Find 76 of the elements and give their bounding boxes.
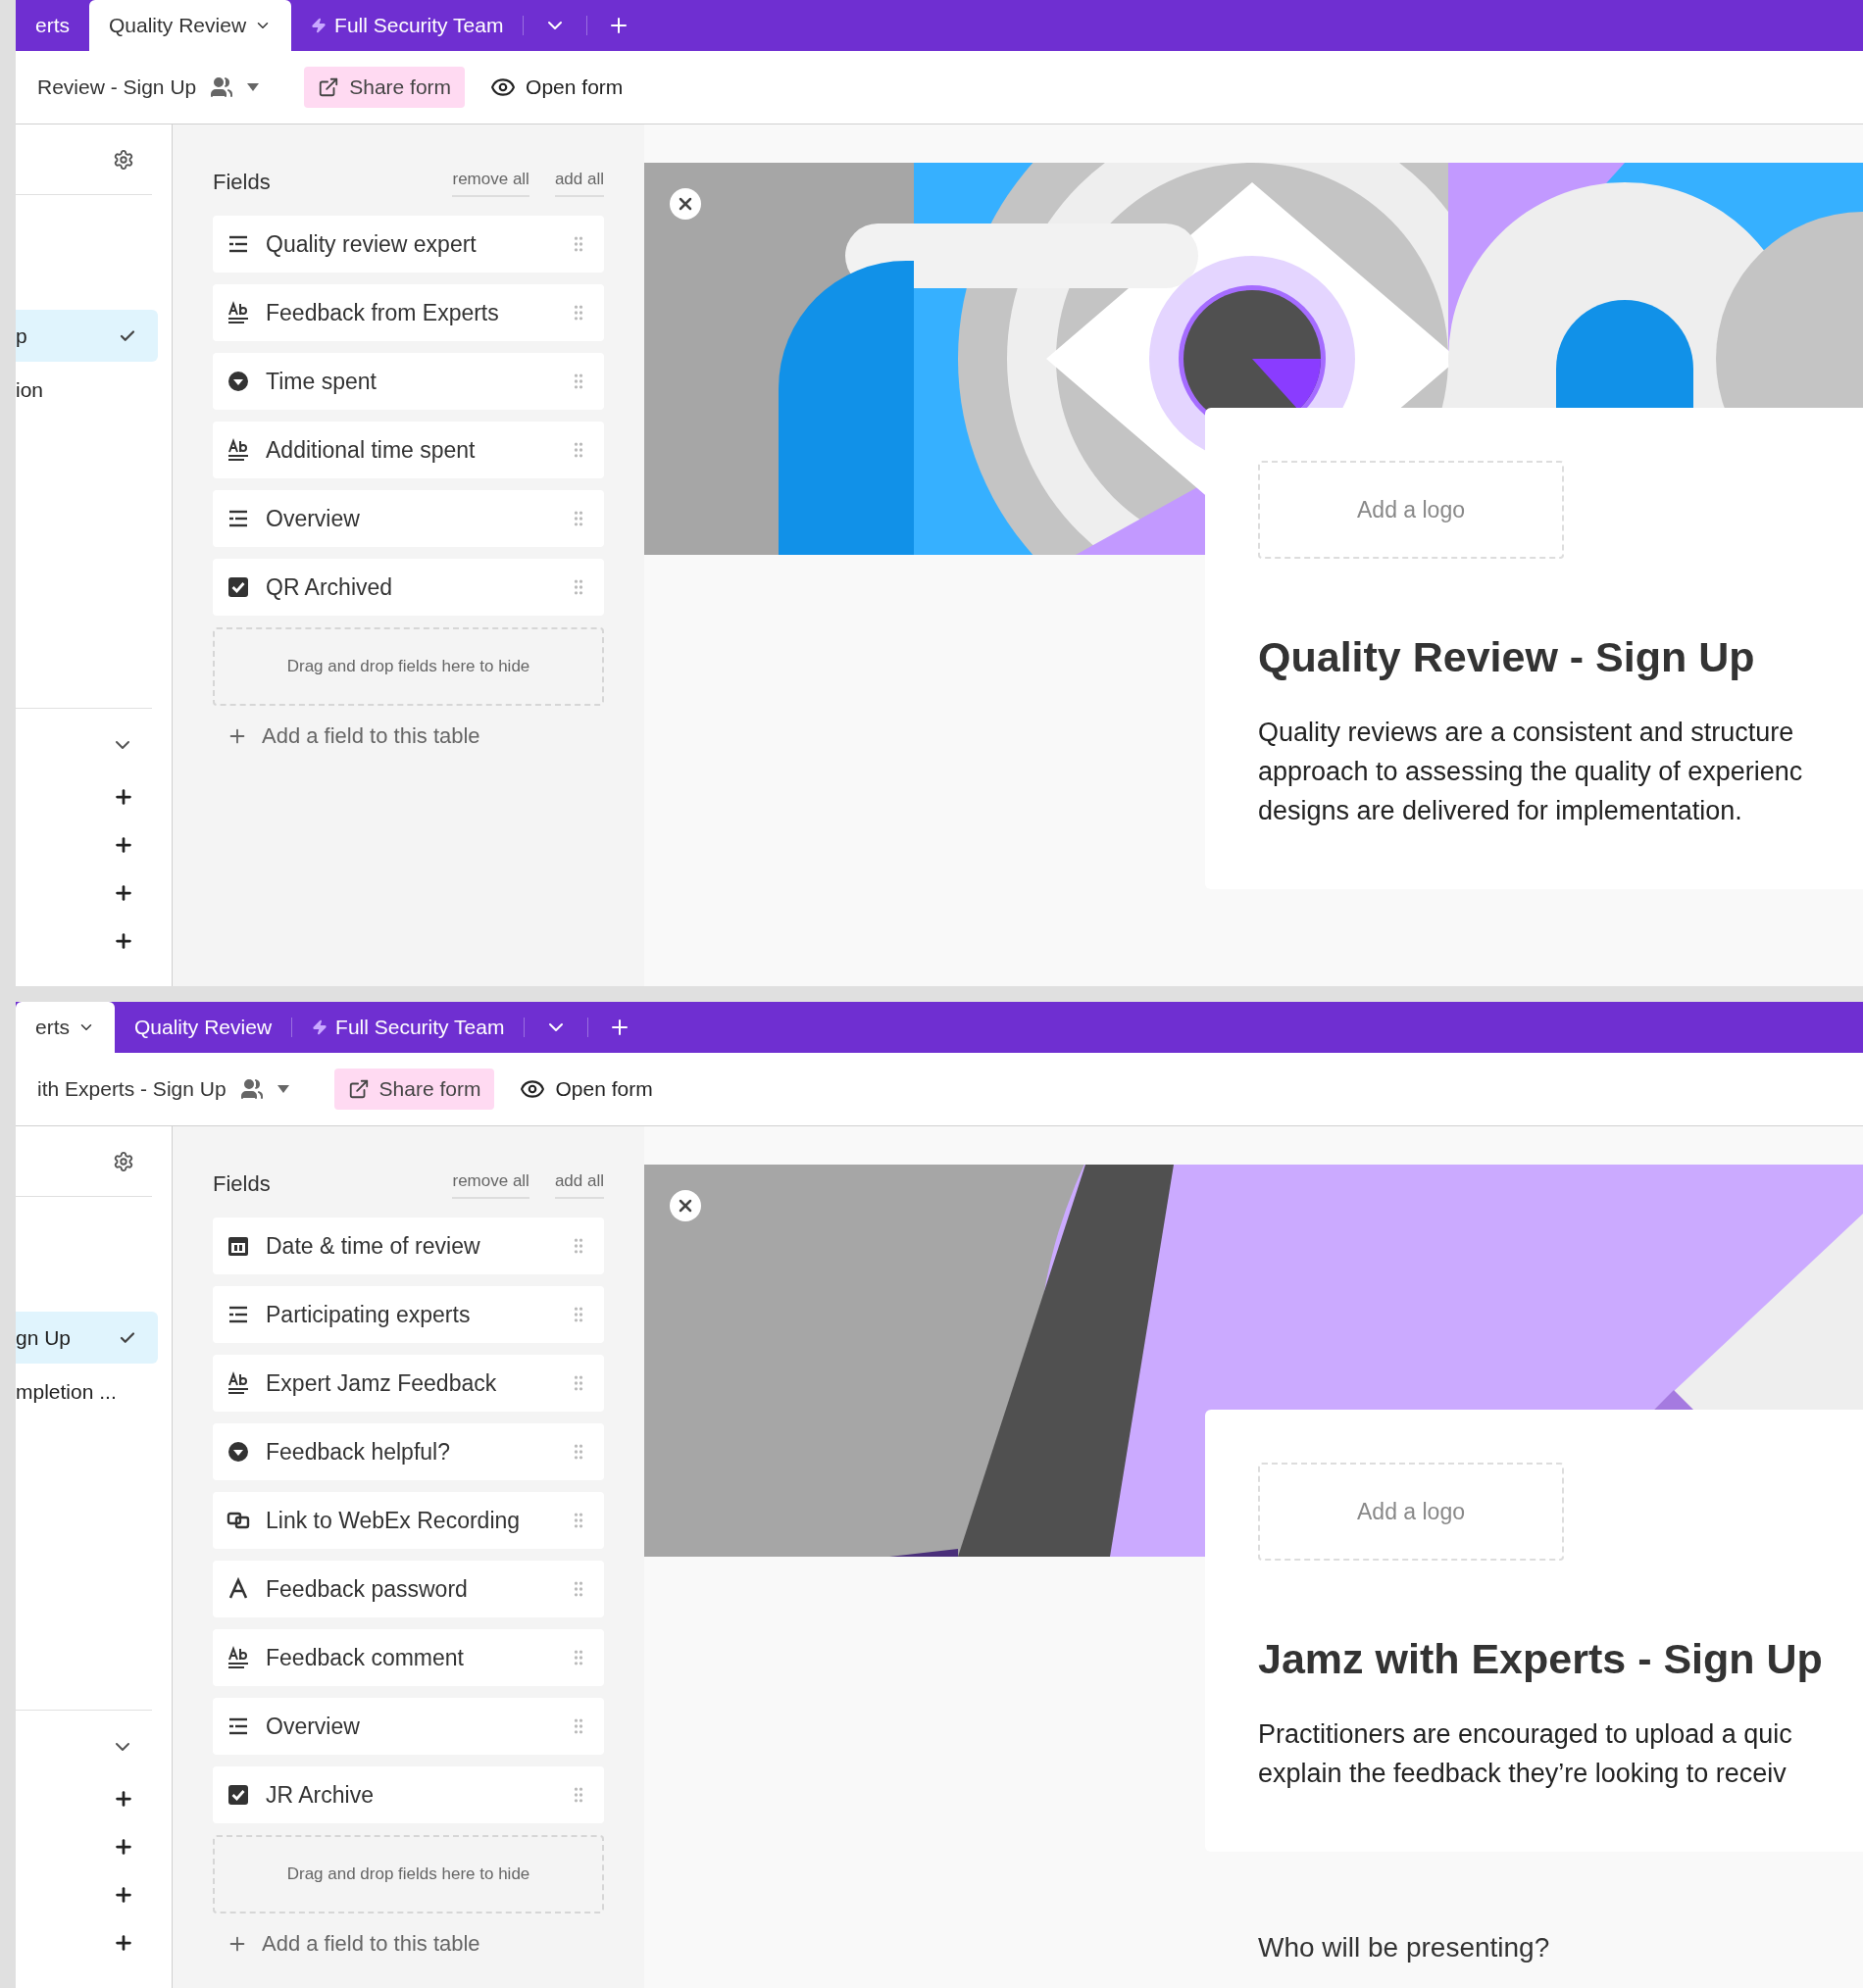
fields-heading: Fields [213,1170,271,1198]
text-field-icon [227,1646,250,1669]
tab[interactable]: erts [16,0,89,51]
tab[interactable]: Quality Review [115,1002,292,1053]
field-item[interactable]: JR Archive [213,1766,604,1823]
sidebar-item[interactable]: gn Up [16,1312,158,1364]
add-icon[interactable] [113,1932,134,1954]
form-description: Practitioners are encouraged to upload a quic explain the feedback they’re looking to receiv [1258,1717,1793,1790]
single-line-text-icon [227,1577,250,1601]
add-icon[interactable] [113,786,134,808]
sidebar-item[interactable]: mpletion ... [16,1366,158,1417]
remove-all-link[interactable]: remove all [452,1168,529,1200]
field-item[interactable]: Additional time spent [213,422,604,478]
form-title: Jamz with Experts - Sign Up [1258,1634,1824,1684]
form-title: Quality Review - Sign Up [1258,632,1756,682]
add-all-link[interactable]: add all [554,166,604,198]
sidebar-item[interactable]: ion [16,364,158,416]
tab[interactable]: erts [16,1002,115,1053]
form-description: Quality reviews are a consistent and structure approach to assessing the quality of experienc designs are delivered for implementation. [1258,716,1804,827]
open-form-button[interactable]: Open form [520,1069,653,1110]
tab[interactable]: Quality Review [89,0,292,51]
tab[interactable]: Full Security Team [291,0,524,51]
settings-icon[interactable] [113,148,134,171]
share-form-button[interactable]: Share form [333,1069,495,1110]
tab[interactable]: Full Security Team [292,1002,525,1053]
checkbox-icon [227,1783,250,1807]
share-form-button[interactable]: Share form [304,67,466,108]
hidden-fields-dropzone: Drag and drop fields here to hide [213,1835,604,1913]
form-question: Who will be presenting? [1258,1931,1550,1964]
dropdown-circle-icon [227,370,250,393]
form-view-title[interactable]: ith Experts - Sign Up [37,1073,227,1105]
open-form-button[interactable]: Open form [490,67,624,108]
bolt-icon [312,1019,328,1035]
dropdown-circle-icon [227,1440,250,1464]
field-item[interactable]: Participating experts [213,1286,604,1343]
field-item[interactable]: Feedback helpful? [213,1423,604,1480]
sidebar-item[interactable]: p [16,310,158,362]
bolt-icon [311,18,327,33]
field-item[interactable]: Link to WebEx Recording [213,1492,604,1549]
caret-icon [277,1085,289,1093]
people-icon [239,1077,264,1101]
add-logo-button[interactable]: Add a logo [1258,461,1564,559]
calendar-icon [227,1234,250,1258]
field-item[interactable]: QR Archived [213,559,604,616]
add-icon[interactable] [113,1884,134,1906]
field-item[interactable]: Date & time of review [213,1218,604,1274]
add-icon[interactable] [113,930,134,952]
add-logo-button[interactable]: Add a logo [1258,1463,1564,1561]
text-field-icon [227,438,250,462]
add-field-button[interactable]: Add a field to this table [213,720,604,752]
field-item[interactable]: Overview [213,1698,604,1755]
caret-icon [247,83,260,91]
add-icon[interactable] [113,882,134,904]
add-all-link[interactable]: add all [554,1168,604,1200]
field-item[interactable]: Feedback password [213,1561,604,1617]
checkbox-icon [227,575,250,599]
add-field-button[interactable]: Add a field to this table [213,1927,604,1960]
field-item[interactable]: Overview [213,490,604,547]
field-item[interactable]: Feedback comment [213,1629,604,1686]
form-view-title[interactable]: Review - Sign Up [37,72,197,103]
field-item[interactable]: Expert Jamz Feedback [213,1355,604,1412]
field-item[interactable]: Quality review expert [213,216,604,273]
people-icon [210,75,234,99]
share-icon [347,1078,370,1100]
fields-heading: Fields [213,169,271,196]
add-icon[interactable] [113,1836,134,1858]
remove-all-link[interactable]: remove all [452,166,529,198]
field-item[interactable]: Feedback from Experts [213,284,604,341]
field-item[interactable]: Time spent [213,353,604,410]
add-icon[interactable] [113,1788,134,1810]
settings-icon[interactable] [113,1150,134,1172]
share-icon [318,76,340,98]
add-icon[interactable] [113,834,134,856]
text-field-icon [227,301,250,324]
hidden-fields-dropzone: Drag and drop fields here to hide [213,627,604,706]
text-field-icon [227,1371,250,1395]
